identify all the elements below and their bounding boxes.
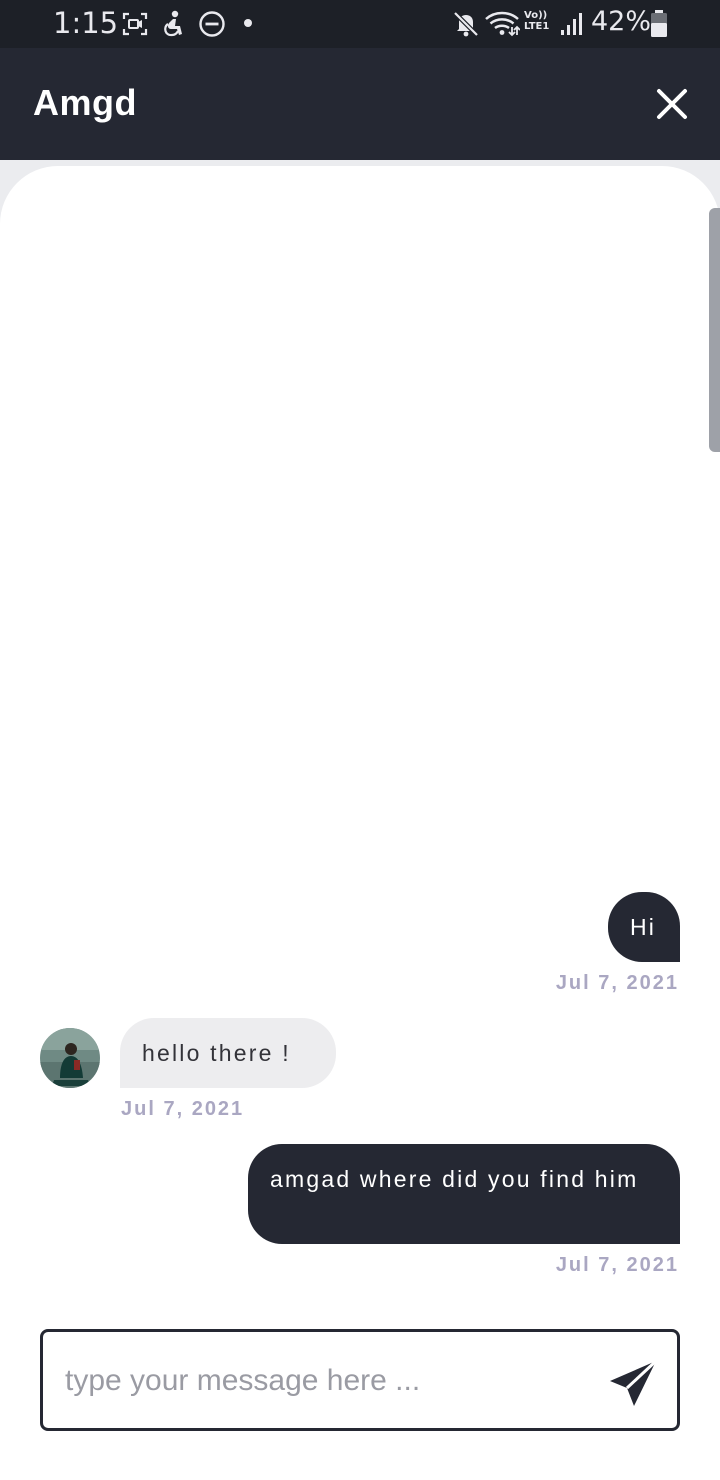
- signal-icon: [561, 13, 582, 35]
- scrollbar[interactable]: [709, 208, 720, 452]
- contact-name-title: Amgd: [33, 82, 137, 123]
- avatar-image: [40, 1028, 100, 1088]
- mute-icon: [453, 11, 479, 37]
- send-icon: [610, 1359, 658, 1406]
- battery-text: 42%: [591, 6, 652, 37]
- message-date: Jul 7, 2021: [555, 972, 679, 994]
- notification-dot-icon: [244, 19, 252, 27]
- message-list[interactable]: [0, 166, 720, 1480]
- close-icon: [657, 89, 687, 119]
- chat-header: Amgd: [0, 48, 720, 160]
- outgoing-message-bubble[interactable]: amgad where did you find him: [248, 1144, 680, 1244]
- do-not-disturb-icon: [199, 11, 225, 37]
- message-composer: [40, 1329, 680, 1431]
- screen-recorder-icon: [122, 12, 148, 36]
- contact-avatar[interactable]: [40, 1028, 100, 1088]
- battery-icon: [651, 10, 667, 37]
- message-text: amgad where did you find him: [270, 1166, 639, 1192]
- send-button[interactable]: [606, 1356, 662, 1412]
- close-button[interactable]: [648, 80, 696, 128]
- incoming-message-bubble[interactable]: hello there !: [120, 1018, 336, 1088]
- message-date: Jul 7, 2021: [555, 1254, 679, 1276]
- status-time: 1:15: [53, 6, 119, 40]
- message-text: hello there !: [142, 1040, 291, 1066]
- accessibility-icon: [164, 10, 182, 37]
- message-date: Jul 7, 2021: [121, 1098, 245, 1120]
- wifi-icon: [485, 11, 520, 37]
- chat-screen: 1:15 Vo)) LTE1 42% Amgd Hi Jul 7, 2021 h…: [0, 0, 720, 1480]
- message-text: Hi: [630, 914, 657, 940]
- status-bar: 1:15 Vo)) LTE1 42%: [0, 0, 720, 48]
- outgoing-message-bubble[interactable]: Hi: [608, 892, 680, 962]
- lte-icon: Vo)) LTE1: [524, 10, 550, 32]
- message-input[interactable]: [63, 1354, 587, 1408]
